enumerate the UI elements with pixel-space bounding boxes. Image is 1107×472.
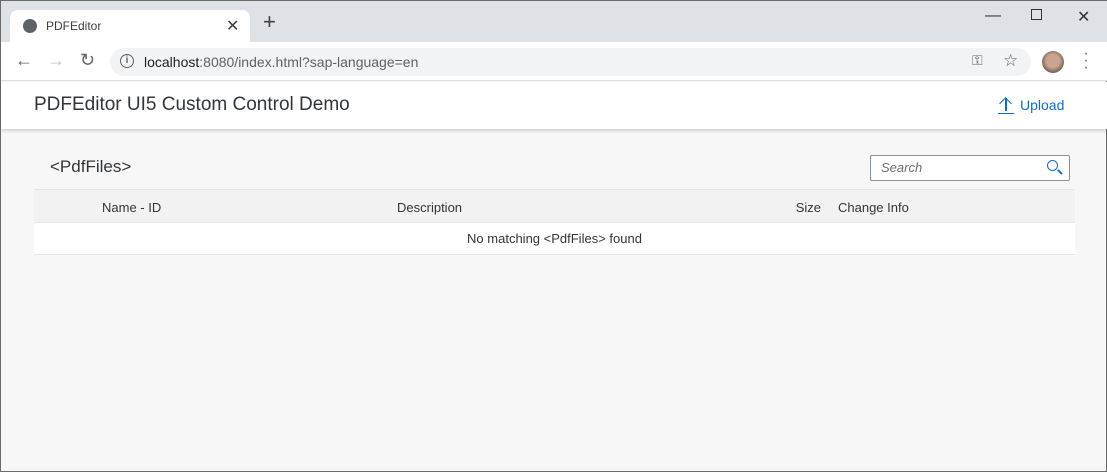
column-header-description[interactable]: Description (397, 200, 462, 215)
column-header-name-id[interactable]: Name - ID (102, 200, 161, 215)
browser-tab-strip: PDFEditor ✕ + — ✕ (1, 1, 1107, 42)
list-title: <PdfFiles> (50, 157, 132, 176)
no-data-row: No matching <PdfFiles> found (34, 223, 1075, 255)
profile-avatar[interactable] (1042, 51, 1064, 73)
window-close-button[interactable]: ✕ (1077, 7, 1090, 27)
key-icon[interactable]: ⚿ (972, 52, 983, 69)
address-bar[interactable]: i localhost:8080/index.html?sap-language… (110, 48, 1031, 76)
upload-icon (998, 96, 1014, 114)
info-icon[interactable]: i (120, 54, 134, 68)
app-header: PDFEditor UI5 Custom Control Demo Upload (1, 82, 1107, 129)
browser-toolbar: ← → ↻ i localhost:8080/index.html?sap-la… (1, 42, 1107, 81)
search-input[interactable] (881, 160, 1041, 175)
table-header: Name - ID Description Size Change Info (34, 189, 1075, 223)
bookmark-star-icon[interactable]: ☆ (1003, 51, 1018, 71)
column-header-size[interactable]: Size (796, 200, 821, 215)
globe-icon (23, 19, 37, 33)
browser-tab[interactable]: PDFEditor ✕ (10, 10, 250, 42)
browser-menu-icon[interactable]: · · · (1083, 46, 1089, 76)
no-data-text: No matching <PdfFiles> found (467, 231, 642, 246)
search-field[interactable] (870, 155, 1070, 181)
maximize-button[interactable] (1031, 9, 1042, 20)
url-text[interactable]: localhost:8080/index.html?sap-language=e… (144, 54, 418, 70)
new-tab-button[interactable]: + (263, 11, 276, 33)
upload-button[interactable]: Upload (998, 96, 1064, 114)
close-tab-icon[interactable]: ✕ (226, 16, 239, 36)
column-header-change-info[interactable]: Change Info (838, 200, 909, 215)
page-title: PDFEditor UI5 Custom Control Demo (34, 94, 350, 115)
back-button[interactable]: ← (15, 50, 33, 71)
upload-label: Upload (1020, 97, 1065, 113)
minimize-button[interactable]: — (985, 7, 1001, 25)
forward-button[interactable]: → (47, 50, 65, 71)
tab-title: PDFEditor (46, 19, 102, 33)
reload-button[interactable]: ↻ (80, 50, 95, 71)
search-icon[interactable] (1047, 160, 1058, 171)
